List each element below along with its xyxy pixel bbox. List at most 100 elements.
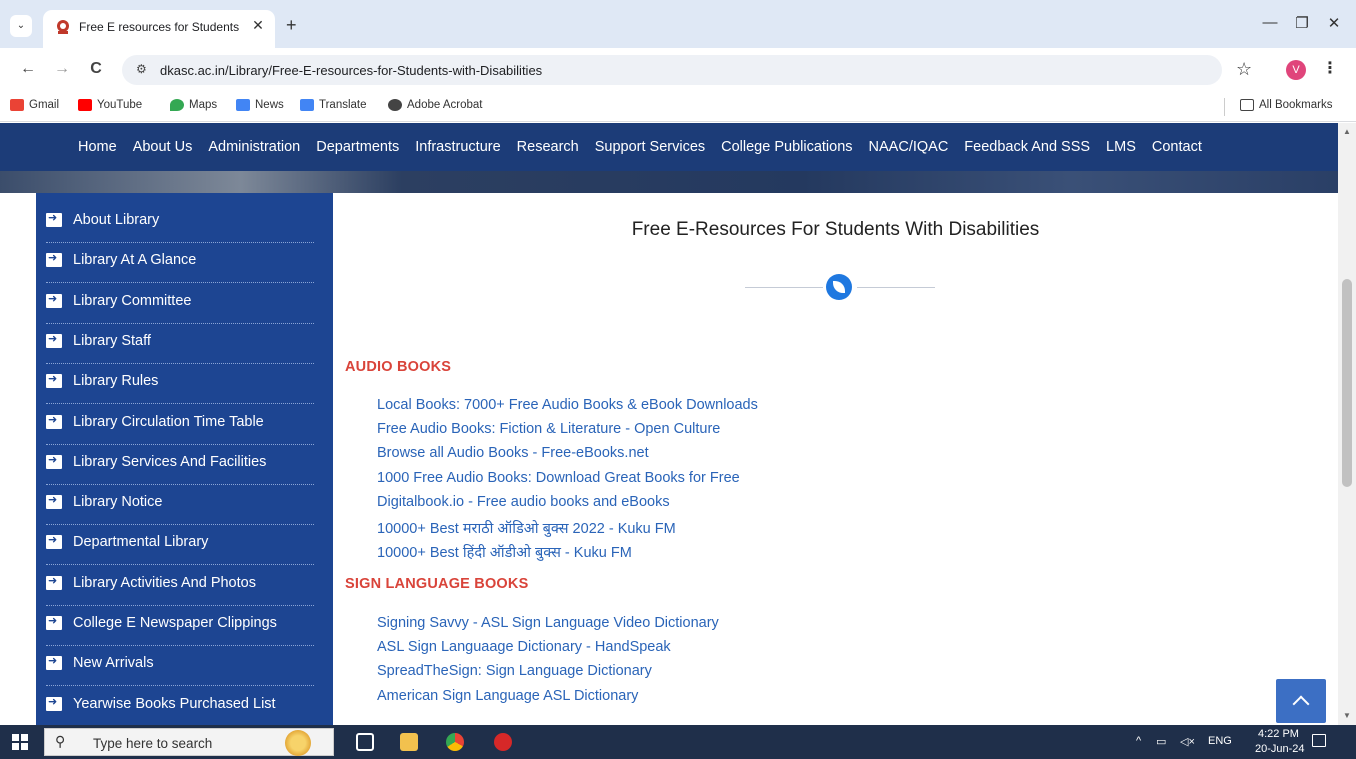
app-s-icon[interactable] <box>494 733 512 751</box>
browser-toolbar: ← → C ⚙ dkasc.ac.in/Library/Free-E-resou… <box>0 48 1356 92</box>
arrow-right-icon <box>46 413 62 429</box>
scroll-to-top-button[interactable] <box>1276 679 1326 723</box>
leaf-icon <box>826 274 852 300</box>
sidebar-item[interactable]: Library At A Glance <box>46 243 314 284</box>
top-nav-item[interactable]: Infrastructure <box>415 139 500 155</box>
resource-link[interactable]: 10000+ Best हिंदी ऑडीओ बुक्स - Kuku FM <box>377 542 632 562</box>
sidebar-item[interactable]: Departmental Library <box>46 525 314 566</box>
file-explorer-icon[interactable] <box>400 733 418 751</box>
search-highlight-icon[interactable] <box>285 730 311 756</box>
top-nav-item[interactable]: Feedback And SSS <box>964 139 1090 155</box>
top-nav-item[interactable]: Administration <box>208 139 300 155</box>
resource-link[interactable]: 10000+ Best मराठी ऑडिओ बुक्स 2022 - Kuku… <box>377 518 676 538</box>
tab-search-chevron-icon[interactable]: ⌄ <box>10 15 32 37</box>
reload-button[interactable]: C <box>86 60 106 78</box>
arrow-right-icon <box>46 493 62 510</box>
top-nav-item[interactable]: College Publications <box>721 139 852 155</box>
acrobat-icon <box>388 99 402 111</box>
sidebar-item[interactable]: About Library <box>46 203 314 243</box>
bookmark-adobe-acrobat[interactable]: Adobe Acrobat <box>388 99 482 111</box>
library-sidebar: About Library Library At A Glance Library … <box>36 193 333 725</box>
back-button[interactable]: ← <box>18 60 38 78</box>
resource-link[interactable]: 1000 Free Audio Books: Download Great Bo… <box>377 470 740 486</box>
taskbar-search-box[interactable]: ⚲ Type here to search <box>44 728 334 756</box>
top-nav-item[interactable]: Departments <box>316 139 399 155</box>
address-bar[interactable]: ⚙ dkasc.ac.in/Library/Free-E-resources-f… <box>122 55 1222 85</box>
scroll-up-arrow-icon[interactable]: ▲ <box>1343 127 1351 136</box>
arrow-right-icon <box>46 695 62 711</box>
top-nav-item[interactable]: About Us <box>133 139 193 155</box>
scroll-down-arrow-icon[interactable]: ▼ <box>1343 711 1351 720</box>
sidebar-item-label: College E Newspaper Clippings <box>73 615 277 631</box>
site-favicon-icon <box>57 20 69 34</box>
bookmark-translate[interactable]: Translate <box>300 99 367 111</box>
resource-link[interactable]: SpreadTheSign: Sign Language Dictionary <box>377 663 652 679</box>
restore-button[interactable]: ❐ <box>1292 14 1312 32</box>
all-bookmarks-button[interactable]: All Bookmarks <box>1240 99 1333 111</box>
sidebar-item-label: Departmental Library <box>73 534 209 551</box>
profile-avatar[interactable]: V <box>1286 60 1306 80</box>
bookmark-news[interactable]: News <box>236 99 284 111</box>
browser-tab-strip: ⌄ Free E resources for Students w ✕ + — … <box>0 0 1356 48</box>
minimize-button[interactable]: — <box>1260 14 1280 31</box>
arrow-right-icon <box>46 292 62 308</box>
resource-link[interactable]: Digitalbook.io - Free audio books and eB… <box>377 494 670 510</box>
arrow-right-icon <box>46 654 62 671</box>
sidebar-item-label: Yearwise Books Purchased List <box>73 695 276 712</box>
clock-date[interactable]: 20-Jun-24 <box>1255 743 1305 755</box>
scrollbar-thumb[interactable] <box>1342 279 1352 487</box>
resource-link[interactable]: ASL Sign Languaage Dictionary - HandSpea… <box>377 639 671 655</box>
top-nav-item[interactable]: Home <box>78 139 117 155</box>
resource-link[interactable]: Local Books: 7000+ Free Audio Books & eB… <box>377 397 758 413</box>
bookmark-youtube[interactable]: YouTube <box>78 99 142 111</box>
url-text[interactable]: dkasc.ac.in/Library/Free-E-resources-for… <box>160 63 542 78</box>
tray-chevron-icon[interactable]: ^ <box>1136 735 1141 747</box>
bookmark-gmail[interactable]: Gmail <box>10 99 59 111</box>
language-indicator[interactable]: ENG <box>1208 735 1232 747</box>
top-nav-item[interactable]: Contact <box>1152 139 1202 155</box>
sidebar-item[interactable]: Library Staff <box>46 324 314 364</box>
bookmark-star-icon[interactable]: ☆ <box>1236 59 1252 80</box>
sidebar-item[interactable]: Library Committee <box>46 284 314 324</box>
arrow-right-icon <box>46 614 62 630</box>
new-tab-button[interactable]: + <box>286 16 297 34</box>
sidebar-item-label: Library Circulation Time Table <box>73 413 264 430</box>
volume-muted-icon[interactable]: ◁× <box>1180 735 1195 748</box>
forward-button[interactable]: → <box>52 60 72 78</box>
tab-close-icon[interactable]: ✕ <box>249 17 267 34</box>
browser-menu-icon[interactable]: ⋮ <box>1322 58 1338 78</box>
tab-title: Free E resources for Students w <box>79 20 239 34</box>
sidebar-item-label: Library Services And Facilities <box>73 453 267 470</box>
sidebar-item[interactable]: Library Notice <box>46 485 314 526</box>
top-nav-item[interactable]: LMS <box>1106 139 1136 155</box>
close-window-button[interactable]: ✕ <box>1324 14 1344 32</box>
network-icon[interactable]: ▭ <box>1156 735 1166 748</box>
top-nav-item[interactable]: NAAC/IQAC <box>869 139 949 155</box>
notification-icon[interactable] <box>1312 734 1326 747</box>
resource-link[interactable]: Browse all Audio Books - Free-eBooks.net <box>377 445 649 461</box>
page-scrollbar[interactable]: ▲ ▼ <box>1338 123 1356 725</box>
bookmark-maps[interactable]: Maps <box>170 99 217 111</box>
chrome-icon[interactable] <box>446 733 464 751</box>
top-nav-item[interactable]: Research <box>517 139 579 155</box>
site-info-icon[interactable]: ⚙ <box>136 62 147 76</box>
bookmarks-separator <box>1224 98 1225 116</box>
sidebar-item[interactable]: Library Services And Facilities <box>46 445 314 485</box>
folder-icon <box>1240 99 1254 111</box>
resource-link[interactable]: American Sign Language ASL Dictionary <box>377 688 638 704</box>
sidebar-item[interactable]: Library Rules <box>46 364 314 405</box>
sidebar-item[interactable]: Library Circulation Time Table <box>46 405 314 445</box>
resource-link[interactable]: Free Audio Books: Fiction & Literature -… <box>377 421 720 437</box>
browser-tab-active[interactable]: Free E resources for Students w ✕ <box>43 10 275 48</box>
task-view-icon[interactable] <box>356 733 374 751</box>
windows-start-icon[interactable] <box>12 734 28 750</box>
translate-icon <box>300 99 314 111</box>
top-nav-item[interactable]: Support Services <box>595 139 705 155</box>
sidebar-item[interactable]: College E Newspaper Clippings <box>46 606 314 646</box>
clock-time[interactable]: 4:22 PM <box>1258 728 1299 740</box>
sidebar-item[interactable]: New Arrivals <box>46 646 314 687</box>
sidebar-item[interactable]: Yearwise Books Purchased List <box>46 687 314 725</box>
main-content: Free E-Resources For Students With Disab… <box>333 193 1338 725</box>
resource-link[interactable]: Signing Savvy - ASL Sign Language Video … <box>377 615 719 631</box>
sidebar-item[interactable]: Library Activities And Photos <box>46 566 314 606</box>
